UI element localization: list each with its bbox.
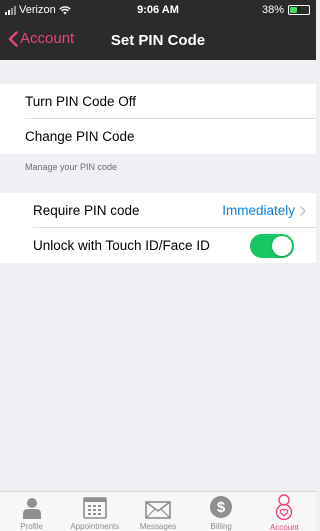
turn-pin-off-label: Turn PIN Code Off [25, 94, 137, 109]
tab-appointments[interactable]: Appointments [63, 492, 126, 531]
toggle-knob [272, 236, 292, 256]
tab-bar: Profile Appointments Messages $ Billing … [0, 491, 316, 531]
tab-account[interactable]: Account [253, 492, 316, 531]
tab-label: Messages [139, 522, 177, 531]
change-pin-label: Change PIN Code [25, 129, 135, 144]
turn-pin-off-row[interactable]: Turn PIN Code Off [0, 84, 316, 119]
pin-options-group: Turn PIN Code Off Change PIN Code [0, 84, 316, 154]
status-right: 38% ⚡ [262, 4, 310, 16]
battery-icon: ⚡ [288, 4, 310, 15]
tab-billing[interactable]: $ Billing [190, 492, 253, 531]
envelope-icon [145, 501, 171, 519]
section-footer-note: Manage your PIN code [25, 162, 118, 172]
require-pin-value: Immediately [222, 203, 295, 218]
calendar-icon [82, 497, 107, 519]
tab-messages[interactable]: Messages [126, 492, 189, 531]
svg-text:$: $ [217, 499, 226, 516]
pin-settings-group: Require PIN code Immediately Unlock with… [0, 193, 316, 263]
page-title: Set PIN Code [110, 32, 206, 49]
dollar-icon: $ [210, 496, 233, 518]
require-pin-label: Require PIN code [33, 203, 140, 218]
account-icon [276, 494, 293, 520]
chevron-right-icon [300, 206, 306, 216]
touch-id-toggle[interactable] [250, 234, 294, 258]
change-pin-row[interactable]: Change PIN Code [0, 119, 316, 154]
tab-profile[interactable]: Profile [0, 492, 63, 531]
touch-id-label: Unlock with Touch ID/Face ID [33, 238, 210, 253]
charging-bolt-icon: ⚡ [295, 4, 303, 14]
status-bar: Verizon 9:06 AM 38% ⚡ [0, 0, 316, 20]
navigation-bar: Account Set PIN Code [0, 20, 316, 60]
touch-id-row: Unlock with Touch ID/Face ID [0, 228, 316, 263]
tab-label: Profile [20, 522, 43, 531]
person-icon [22, 498, 41, 519]
battery-percent: 38% [261, 4, 284, 16]
tab-label: Account [269, 523, 299, 531]
tab-label: Billing [210, 522, 232, 531]
require-pin-row[interactable]: Require PIN code Immediately [0, 193, 316, 228]
tab-label: Appointments [70, 522, 120, 531]
